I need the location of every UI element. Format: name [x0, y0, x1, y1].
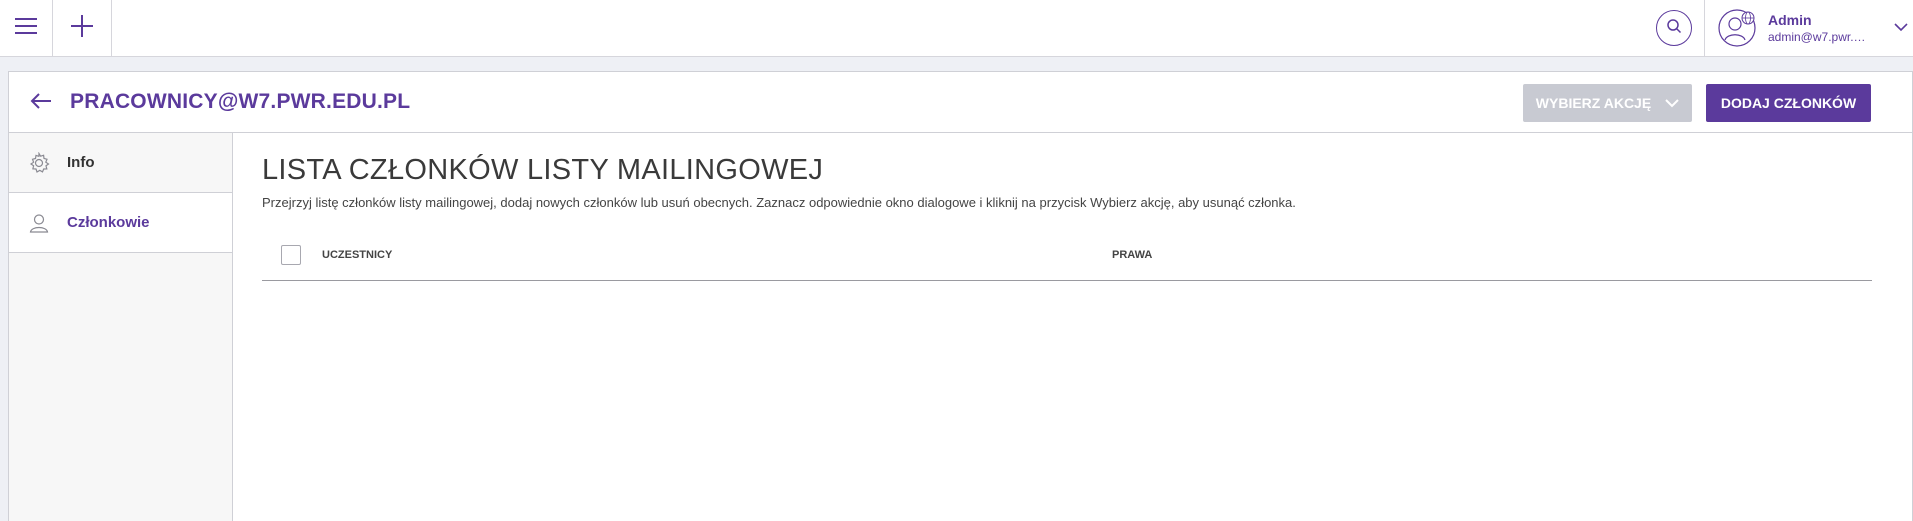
page-title: LISTA CZŁONKÓW LISTY MAILINGOWEJ: [262, 154, 824, 186]
user-email: admin@w7.pwr.e...: [1768, 29, 1870, 44]
search-button[interactable]: [1656, 10, 1692, 46]
top-bar: Admin admin@w7.pwr.e...: [0, 0, 1913, 57]
menu-button[interactable]: [0, 0, 53, 56]
arrow-left-icon: [30, 92, 52, 114]
sidebar: Info Członkowie: [9, 133, 233, 521]
hamburger-icon: [15, 17, 37, 40]
user-menu[interactable]: Admin admin@w7.pwr.e...: [1718, 6, 1908, 50]
user-info: Admin admin@w7.pwr.e...: [1768, 12, 1878, 45]
user-icon: [26, 212, 52, 234]
content-area: LISTA CZŁONKÓW LISTY MAILINGOWEJ Przejrz…: [262, 133, 1872, 281]
choose-action-button[interactable]: WYBIERZ AKCJĘ: [1523, 84, 1692, 122]
gear-icon: [26, 151, 52, 174]
chevron-down-icon: [1665, 95, 1679, 111]
user-globe-icon: [1718, 8, 1758, 48]
choose-action-label: WYBIERZ AKCJĘ: [1535, 95, 1652, 111]
main-panel: PRACOWNICY@W7.PWR.EDU.PL WYBIERZ AKCJĘ D…: [8, 71, 1913, 521]
column-header-rights[interactable]: PRAWA: [1112, 249, 1152, 261]
search-icon: [1666, 18, 1682, 39]
user-separator: [1704, 0, 1705, 56]
column-header-participants[interactable]: UCZESTNICY: [322, 249, 392, 261]
sidebar-item-label: Członkowie: [67, 214, 150, 231]
sidebar-item-label: Info: [67, 154, 95, 171]
page-description: Przejrzyj listę członków listy mailingow…: [262, 195, 1296, 210]
list-header: PRACOWNICY@W7.PWR.EDU.PL WYBIERZ AKCJĘ D…: [9, 72, 1912, 133]
chevron-down-icon[interactable]: [1894, 19, 1908, 37]
plus-icon: [71, 14, 93, 42]
sidebar-item-info[interactable]: Info: [9, 133, 232, 193]
back-button[interactable]: [27, 89, 55, 117]
add-members-button[interactable]: DODAJ CZŁONKÓW: [1706, 84, 1871, 122]
table-header: UCZESTNICY PRAWA: [262, 233, 1872, 281]
list-title: PRACOWNICY@W7.PWR.EDU.PL: [70, 90, 411, 113]
sidebar-item-members[interactable]: Członkowie: [9, 193, 232, 253]
user-name: Admin: [1768, 11, 1812, 28]
select-all-checkbox[interactable]: [281, 245, 301, 265]
add-button[interactable]: [53, 0, 112, 56]
